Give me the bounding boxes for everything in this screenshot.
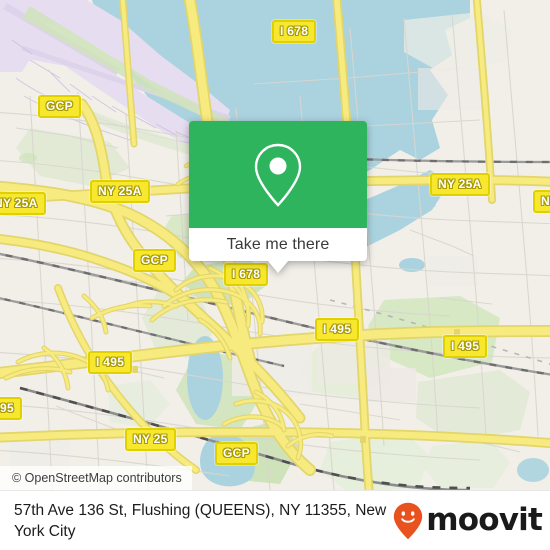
road-shield-i678-north[interactable]: I 678 (272, 20, 317, 43)
road-shield-i495-west[interactable]: I 495 (88, 351, 133, 374)
moovit-smiley-pin-icon (393, 502, 423, 540)
moovit-wordmark: moovit (426, 502, 543, 538)
road-shield-i495-center[interactable]: I 495 (315, 318, 360, 341)
location-popup-card[interactable]: Take me there (189, 121, 367, 273)
road-shield-gcp-northwest[interactable]: GCP (38, 95, 81, 118)
location-pin-icon (252, 142, 304, 208)
address-label: 57th Ave 136 St, Flushing (QUEENS), NY 1… (14, 501, 387, 540)
map-attribution[interactable]: © OpenStreetMap contributors (0, 466, 192, 490)
moovit-map-screen: I 678 GCP NY 25A NY 25A NY 25A NY GCP I … (0, 0, 550, 550)
take-me-there-label: Take me there (226, 235, 330, 253)
road-shield-i678-center[interactable]: I 678 (224, 263, 269, 286)
road-shield-ny25a-west-clipped[interactable]: NY 25A (0, 192, 46, 215)
popup-action-bar[interactable]: Take me there (189, 228, 367, 261)
road-shield-ny-east-clipped[interactable]: NY (533, 190, 550, 213)
road-shield-gcp-south[interactable]: GCP (215, 442, 258, 465)
map-canvas[interactable]: I 678 GCP NY 25A NY 25A NY 25A NY GCP I … (0, 0, 550, 490)
popup-hero (189, 121, 367, 228)
road-shield-gcp-center[interactable]: GCP (133, 249, 176, 272)
footer-bar: 57th Ave 136 St, Flushing (QUEENS), NY 1… (0, 490, 550, 550)
road-shield-i495-west-clipped[interactable]: 95 (0, 397, 22, 420)
popup-pointer-tail (267, 260, 289, 273)
attribution-text: © OpenStreetMap contributors (12, 471, 182, 485)
road-shield-ny25a-east[interactable]: NY 25A (430, 173, 490, 196)
road-shield-i495-east[interactable]: I 495 (443, 335, 488, 358)
road-shield-ny25-south[interactable]: NY 25 (125, 428, 176, 451)
road-shield-ny25a-center[interactable]: NY 25A (90, 180, 150, 203)
moovit-logo[interactable]: moovit (393, 502, 543, 540)
